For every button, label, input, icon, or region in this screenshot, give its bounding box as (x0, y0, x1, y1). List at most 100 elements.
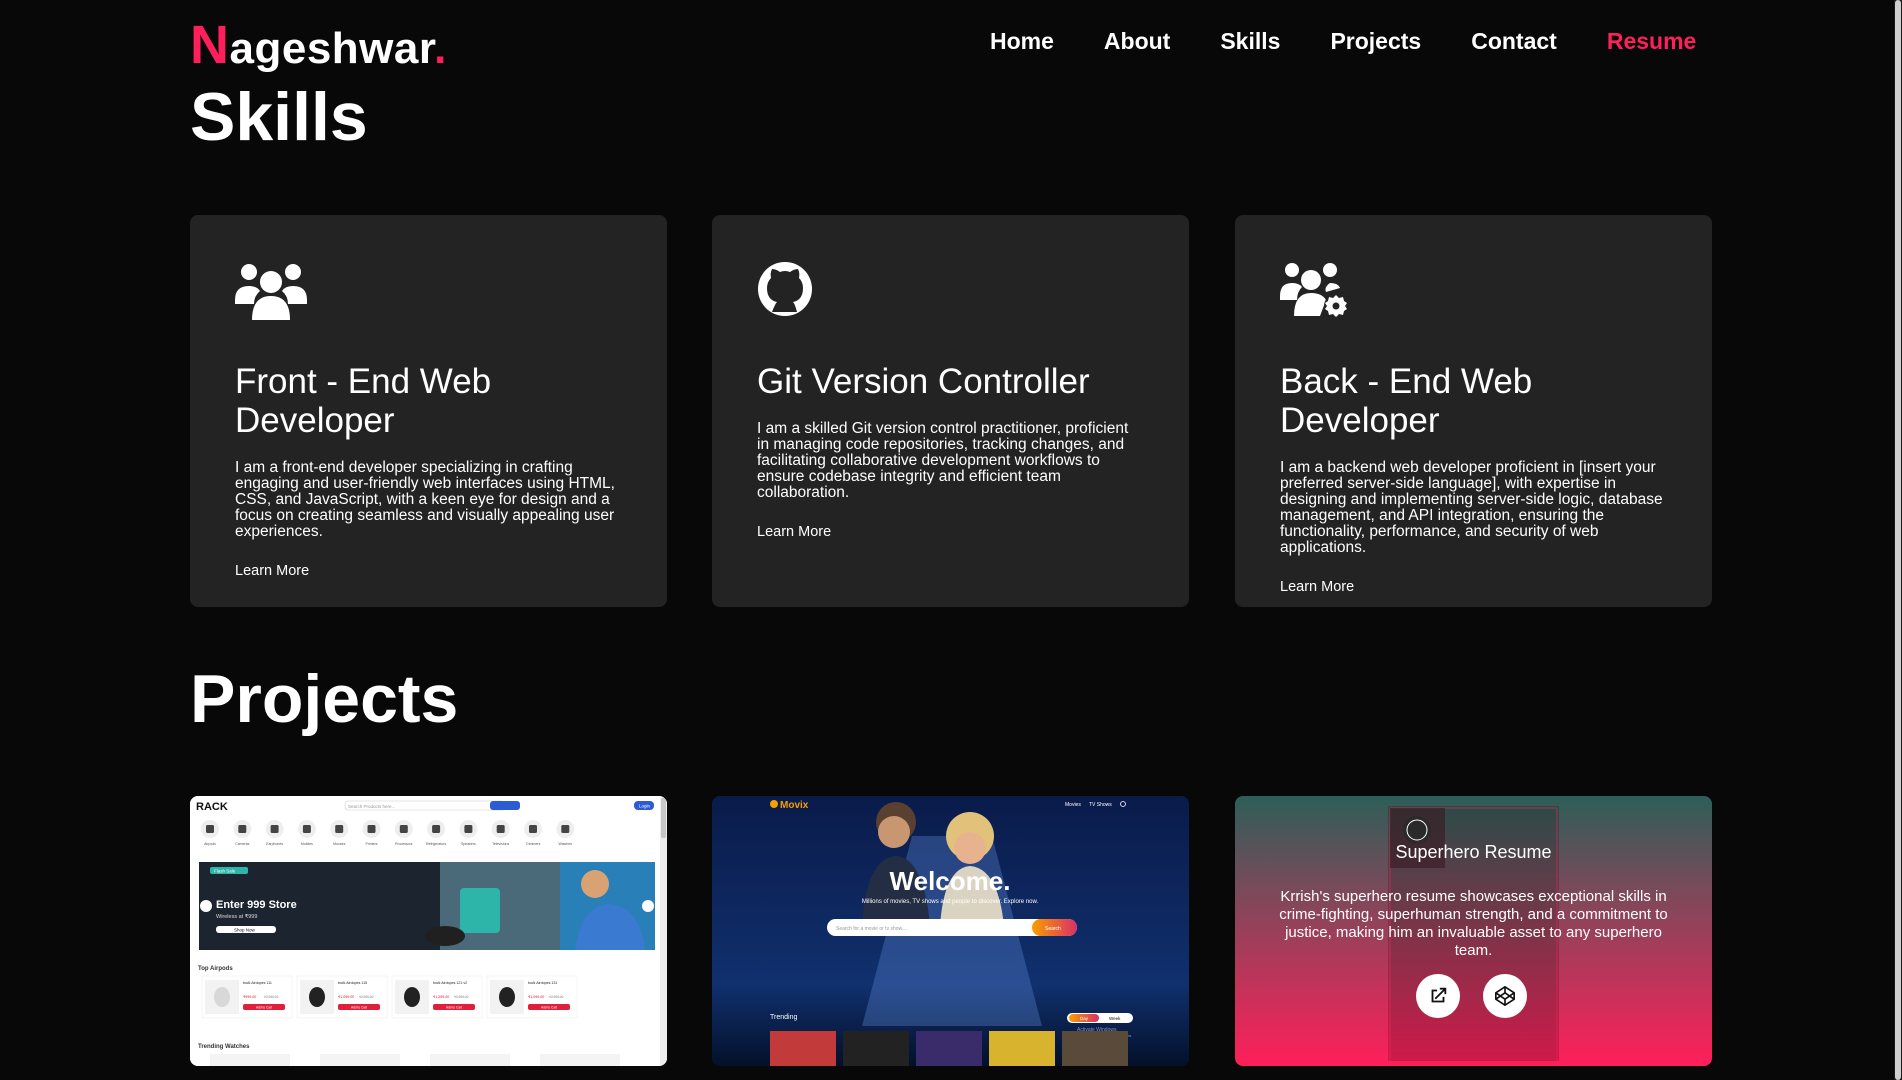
nav-contact[interactable]: Contact (1471, 28, 1557, 55)
category-item: Refrigerators (426, 820, 446, 846)
movix-toggle-week: Week (1109, 1016, 1121, 1021)
nav-about[interactable]: About (1104, 28, 1170, 55)
category-label: Cameras (235, 842, 249, 846)
learn-more-link[interactable]: Learn More (757, 524, 831, 540)
rack-login-button: Login (639, 804, 651, 809)
project-description: Krrish's superhero resume showcases exce… (1279, 888, 1668, 959)
external-link-button[interactable] (1416, 974, 1460, 1018)
product-old-price: ₹2,990.00 (359, 995, 374, 999)
product-card: boAt Airdopes 131 ₹1,099.00 ₹2,990.00 Add t… (486, 975, 578, 1019)
learn-more-link[interactable]: Learn More (235, 563, 309, 579)
learn-more-link[interactable]: Learn More (1280, 579, 1354, 595)
movix-trending-heading: Trending (770, 1014, 797, 1021)
product-price: ₹1,299.00 (433, 995, 449, 999)
brand-name: ageshwar (229, 24, 435, 73)
category-label: Refrigerators (426, 842, 446, 846)
product-old-price: ₹2,990.00 (454, 995, 469, 999)
skills-heading: Skills (190, 79, 368, 155)
projects-heading: Projects (190, 661, 459, 737)
main-nav: Home About Skills Projects Contact Resum… (990, 28, 1696, 55)
skill-description: I am a front-end developer specializing … (235, 459, 615, 540)
skill-description: I am a backend web developer proficient … (1280, 459, 1663, 556)
category-item: Watches (556, 820, 575, 846)
movix-tagline: Millions of movies, TV shows and people … (862, 899, 1039, 905)
skill-card-frontend: Front - End Web Developer I am a front-e… (190, 215, 667, 607)
product-name: boAt Airdopes 115 (338, 981, 367, 985)
users-icon (235, 264, 307, 320)
external-link-icon (1431, 987, 1447, 1003)
nav-projects[interactable]: Projects (1330, 28, 1421, 55)
movix-nav-tvshows: TV Shows (1089, 802, 1112, 808)
project-preview-rack: RACK Search Products here... Login Airpo… (190, 796, 667, 1066)
codepen-button[interactable] (1483, 974, 1527, 1018)
category-item: Cameras (233, 820, 252, 846)
project-card-movix[interactable]: Movix Movies TV Shows Welcome. Millions … (712, 796, 1189, 1066)
project-card-superhero[interactable]: Superhero Resume Krrish's superhero resu… (1235, 796, 1712, 1066)
product-price: ₹1,099.00 (338, 995, 354, 999)
add-to-cart-label: Add to Cart (446, 1005, 462, 1009)
brand-logo[interactable]: Nageshwar. (190, 14, 447, 76)
project-preview-movix: Movix Movies TV Shows Welcome. Millions … (712, 796, 1189, 1066)
skill-title: Git Version Controller (757, 362, 1090, 401)
category-label: Watches (559, 842, 573, 846)
brand-initial: N (190, 15, 230, 75)
product-old-price: ₹2,990.00 (549, 995, 564, 999)
category-label: Airpods (204, 842, 216, 846)
product-name: boAt Airdopes 121 v2 (433, 981, 467, 985)
product-name: boAt Airdopes 111 (243, 981, 272, 985)
category-label: Mouses (333, 842, 346, 846)
category-label: Speakers (461, 842, 476, 846)
rack-logo: RACK (196, 801, 228, 813)
add-to-cart-label: Add to Cart (351, 1005, 367, 1009)
skill-card-backend: Back - End Web Developer I am a backend … (1235, 215, 1712, 607)
product-old-price: ₹2,990.00 (264, 995, 279, 999)
top-airpods-heading: Top Airpods (198, 966, 233, 972)
category-label: Mobiles (301, 842, 313, 846)
category-label: Trimmers (526, 842, 541, 846)
category-item: Processors (394, 820, 413, 846)
movix-toggle-day: Day (1080, 1016, 1089, 1021)
nav-home[interactable]: Home (990, 28, 1054, 55)
project-card-rack[interactable]: RACK Search Products here... Login Airpo… (190, 796, 667, 1066)
users-gear-icon (1280, 263, 1348, 318)
nav-skills[interactable]: Skills (1220, 28, 1280, 55)
banner-shop-button: Shop Now (234, 927, 256, 932)
product-name: boAt Airdopes 131 (528, 981, 557, 985)
category-item: Earphones (265, 820, 284, 846)
movix-logo: Movix (780, 800, 809, 811)
product-price: ₹999.00 (243, 995, 256, 999)
add-to-cart-label: Add to Cart (541, 1005, 557, 1009)
rack-search-input: Search Products here... (348, 804, 395, 809)
skill-description: I am a skilled Git version control pract… (757, 420, 1129, 501)
category-item: Speakers (459, 820, 478, 846)
category-label: Televisions (492, 842, 509, 846)
project-title: Superhero Resume (1395, 842, 1552, 862)
skill-title: Front - End Web Developer (235, 362, 492, 440)
product-price: ₹1,099.00 (528, 995, 544, 999)
scrollbar-thumb[interactable] (1895, 0, 1901, 1080)
skill-title: Back - End Web Developer (1280, 362, 1533, 440)
movix-search-button: Search (1045, 926, 1061, 932)
movix-nav-movies: Movies (1065, 802, 1081, 808)
movix-welcome: Welcome. (890, 866, 1011, 896)
add-to-cart-label: Add to Cart (256, 1005, 272, 1009)
category-label: Earphones (266, 842, 283, 846)
skill-card-git: Git Version Controller I am a skilled Gi… (712, 215, 1189, 607)
github-icon (758, 262, 812, 316)
banner-flash-sale: Flash Sale (214, 869, 236, 874)
nav-resume[interactable]: Resume (1607, 28, 1696, 55)
product-card: boAt Airdopes 111 ₹999.00 ₹2,990.00 Add to … (201, 975, 293, 1019)
movix-search-input: Search for a movie or tv show.... (836, 926, 907, 932)
codepen-icon (1495, 986, 1515, 1006)
category-item: Televisions (491, 820, 510, 846)
product-card: boAt Airdopes 115 ₹1,099.00 ₹2,990.00 Add t… (296, 975, 388, 1019)
brand-dot: . (434, 24, 447, 73)
category-label: Printers (365, 842, 377, 846)
banner-title: Enter 999 Store (216, 899, 297, 911)
page: Nageshwar. Home About Skills Projects Co… (0, 0, 1902, 1080)
category-label: Processors (395, 842, 413, 846)
trending-watches-heading: Trending Watches (198, 1044, 250, 1050)
banner-subtitle: Wireless at ₹999 (216, 913, 257, 920)
product-card: boAt Airdopes 121 v2 ₹1,299.00 ₹2,990.00 Ad… (391, 975, 483, 1019)
scrollbar[interactable] (1894, 0, 1902, 1080)
